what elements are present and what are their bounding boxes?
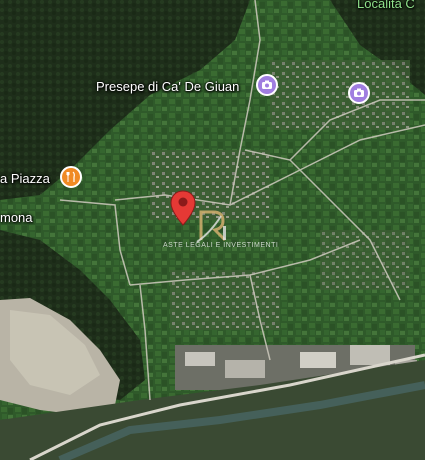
watermark-logo-icon — [196, 210, 227, 243]
photo-camera-icon — [354, 88, 364, 97]
restaurant-icon — [66, 171, 75, 182]
place-label-piazza[interactable]: a Piazza — [0, 171, 50, 186]
poi-presepe[interactable] — [256, 74, 278, 96]
place-label-presepe[interactable]: Presepe di Ca' De Giuan — [96, 79, 239, 94]
poi-restaurant[interactable] — [60, 166, 82, 188]
place-label-mona[interactable]: mona — [0, 210, 33, 225]
map-view[interactable]: Località C Presepe di Ca' De Giuan a Pia… — [0, 0, 425, 460]
place-label-localita[interactable]: Località C — [357, 0, 415, 11]
watermark-text: ASTE LEGALI E INVESTIMENTI — [163, 242, 279, 249]
photo-camera-icon — [262, 80, 272, 89]
poi-camera-right[interactable] — [348, 82, 370, 104]
